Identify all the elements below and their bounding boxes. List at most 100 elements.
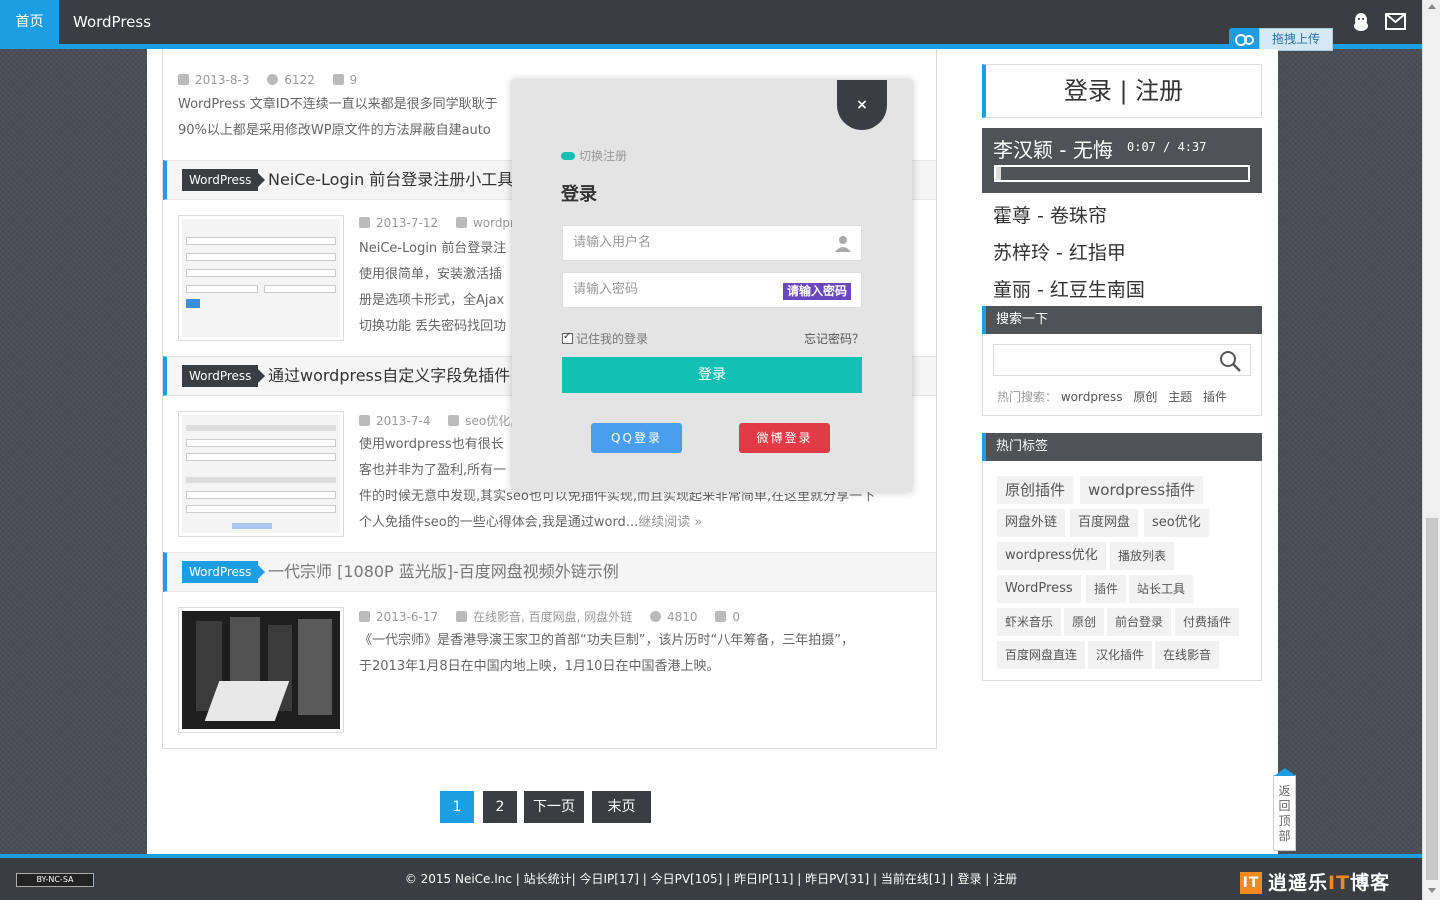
search-icon[interactable] [1218,349,1242,373]
search-input[interactable] [993,344,1251,376]
drag-upload-widget[interactable]: 拖拽上传 [1229,28,1333,51]
next-page-button[interactable]: 下一页 [524,791,584,823]
tag-link[interactable]: 网盘外链 [997,509,1066,537]
tag-link[interactable]: WordPress [997,575,1081,603]
post-excerpt: 使用wordpress也有很长 [359,437,504,452]
post-meta: 2013-8-3 6122 9 [178,73,371,87]
logo-text-c: 博客 [1350,872,1391,894]
forgot-password-link[interactable]: 忘记密码？ [804,330,864,347]
playlist-item[interactable]: 童丽 - 红豆生南国 [993,275,1145,302]
username-input[interactable]: 请输入用户名 [562,225,862,261]
player-progress-fill [996,167,1002,180]
nav-home[interactable]: 首页 [0,0,59,49]
post-thumbnail[interactable] [178,215,344,341]
tag-icon [455,611,467,622]
site-logo[interactable]: IT 逍遥乐IT博客 [1240,868,1390,895]
playlist-item[interactable]: 霍尊 - 卷珠帘 [993,201,1107,228]
modal-title: 登录 [561,184,597,205]
switch-register-link[interactable]: 切换注册 [561,147,627,164]
read-more-link[interactable]: 继续阅读 » [638,515,702,530]
tag-link[interactable]: 虾米音乐 [997,608,1062,636]
tag-icon [448,415,460,426]
scroll-down-arrow-icon[interactable] [1428,888,1436,893]
hot-search-link[interactable]: 主题 [1168,390,1192,404]
remember-me-checkbox[interactable]: 记住我的登录 [562,330,648,347]
tag-link[interactable]: 插件 [1086,575,1127,603]
hot-search-link[interactable]: 原创 [1133,390,1157,404]
top-nav-bar [0,0,1422,44]
music-player[interactable]: 李汉颖 - 无悔 0:07 / 4:37 [982,128,1262,193]
qq-icon[interactable] [1352,12,1370,32]
tag-link[interactable]: 播放列表 [1110,542,1175,570]
tag-link[interactable]: 原创 [1064,608,1105,636]
nav-wordpress[interactable]: WordPress [73,0,151,44]
login-button[interactable]: 登录 [562,357,862,393]
hot-search-link[interactable]: wordpress [1061,390,1123,404]
calendar-icon [178,74,189,85]
eye-icon [650,611,662,622]
category-tag[interactable]: WordPress [182,561,266,583]
calendar-icon [359,611,370,622]
tag-link[interactable]: wordpress优化 [997,542,1106,570]
tag-link[interactable]: 在线影音 [1155,641,1220,669]
hot-search: 热门搜索： wordpress 原创 主题 插件 [997,388,1234,405]
logo-text-it: IT [1328,872,1351,894]
tag-link[interactable]: 站长工具 [1129,575,1194,603]
tag-link[interactable]: 付费插件 [1175,608,1240,636]
tag-link[interactable]: 前台登录 [1107,608,1172,636]
eye-icon [267,74,279,85]
post-meta: 2013-7-4 seo优化, [359,412,528,429]
hot-search-label: 热门搜索： [997,390,1058,404]
back-to-top-button[interactable]: 返回顶部 [1273,768,1296,851]
playlist-item[interactable]: 苏梓玲 - 红指甲 [993,238,1126,265]
password-input[interactable]: 请输入密码 请输入密码 [562,272,862,308]
tag-link[interactable]: 百度网盘 [1070,509,1139,537]
post-thumbnail[interactable] [178,607,344,733]
player-progress-bar[interactable] [994,165,1250,182]
password-tip-badge: 请输入密码 [782,283,851,300]
comment-icon [332,74,344,85]
back-to-top-label: 返回顶部 [1278,784,1291,843]
last-page-button[interactable]: 末页 [592,791,651,823]
hot-search-link[interactable]: 插件 [1203,390,1227,404]
tag-link[interactable]: 原创插件 [997,476,1074,504]
calendar-icon [359,217,370,228]
page-1-button[interactable]: 1 [440,791,474,823]
tag-link[interactable]: seo优化 [1144,509,1209,537]
category-tag[interactable]: WordPress [182,365,266,387]
logo-text-b: 乐 [1308,872,1329,894]
user-icon [835,236,851,252]
tag-link[interactable]: 百度网盘直连 [997,641,1086,669]
close-icon[interactable]: × [837,80,887,130]
qq-login-button[interactable]: QQ登录 [591,423,682,453]
footer: BY-NC-SA © 2015 NeiCe.Inc | 站长统计| 今日IP[1… [0,858,1422,900]
tag-icon [455,217,467,228]
scrollbar-thumb[interactable] [1426,518,1438,880]
calendar-icon [359,415,370,426]
search-widget: 热门搜索： wordpress 原创 主题 插件 [982,334,1262,416]
drag-upload-label[interactable]: 拖拽上传 [1259,28,1333,51]
checkbox-checked-icon[interactable] [562,331,573,344]
username-placeholder: 请输入用户名 [573,235,652,250]
post-title-link[interactable]: 一代宗师 [1080P 蓝光版]-百度网盘视频外链示例 [268,553,619,591]
category-tag[interactable]: WordPress [182,169,266,191]
mail-icon[interactable] [1385,13,1406,30]
post-header: WordPress 一代宗师 [1080P 蓝光版]-百度网盘视频外链示例 [163,552,936,592]
post-thumbnail[interactable] [178,411,344,537]
logo-text-a: 逍遥 [1268,872,1309,894]
switch-register-label: 切换注册 [579,149,628,163]
player-time: 0:07 / 4:37 [1127,140,1207,154]
tag-link[interactable]: 汉化插件 [1088,641,1153,669]
post-excerpt: NeiCe-Login 前台登录注 [359,241,507,256]
toggle-icon [561,152,575,160]
scroll-up-arrow-icon[interactable] [1428,4,1436,9]
page-2-button[interactable]: 2 [483,791,517,823]
footer-stats: © 2015 NeiCe.Inc | 站长统计| 今日IP[17] | 今日PV… [404,872,1018,886]
post-title-link[interactable]: 通过wordpress自定义字段免插件 [268,357,510,395]
weibo-login-button[interactable]: 微博登录 [739,423,830,453]
post-excerpt: WordPress 文章ID不连续一直以来都是很多同学耿耿于 [178,97,498,112]
tag-link[interactable]: wordpress插件 [1080,476,1204,504]
post-title-link[interactable]: NeiCe-Login 前台登录注册小工具 [268,161,513,199]
page-scrollbar[interactable] [1422,0,1440,900]
sidebar-login-register[interactable]: 登录 | 注册 [982,64,1262,118]
